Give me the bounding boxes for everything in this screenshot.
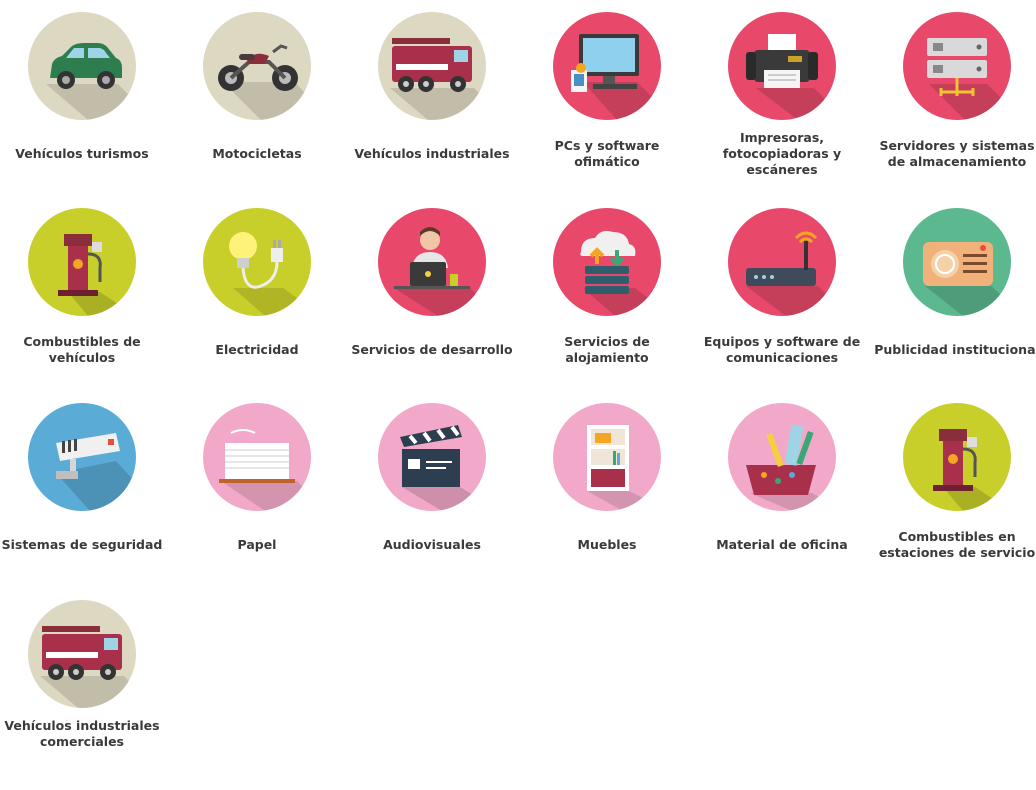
category-label: Electricidad bbox=[215, 342, 299, 357]
category-label: Publicidad institucional bbox=[874, 342, 1036, 357]
desktop-computer-icon bbox=[553, 12, 661, 120]
security-camera-icon bbox=[28, 403, 136, 511]
category-papel[interactable]: Papel bbox=[171, 403, 343, 593]
clapperboard-icon bbox=[378, 403, 486, 511]
motorcycle-icon bbox=[203, 12, 311, 120]
category-label: Servicios de alojamiento bbox=[564, 334, 650, 365]
developer-icon bbox=[378, 208, 486, 316]
bookshelf-icon bbox=[553, 403, 661, 511]
category-label: Vehículos industriales bbox=[354, 146, 510, 161]
radio-icon bbox=[903, 208, 1011, 316]
category-publicidad-institucional[interactable]: Publicidad institucional bbox=[871, 208, 1036, 398]
server-icon bbox=[903, 12, 1011, 120]
cloud-hosting-icon bbox=[553, 208, 661, 316]
fire-truck-icon bbox=[28, 600, 136, 708]
category-grid: Vehículos turismos Motocicletas Vehículo… bbox=[0, 0, 1036, 749]
category-label: Servidores y sistemas de almacenamiento bbox=[879, 138, 1035, 169]
category-sistemas-seguridad[interactable]: Sistemas de seguridad bbox=[0, 403, 168, 593]
category-label: Impresoras, fotocopiadoras y escáneres bbox=[722, 130, 842, 177]
office-supplies-icon bbox=[728, 403, 836, 511]
fire-truck-icon bbox=[378, 12, 486, 120]
category-servidores[interactable]: Servidores y sistemas de almacenamiento bbox=[871, 12, 1036, 202]
category-vehiculos-turismos[interactable]: Vehículos turismos bbox=[0, 12, 168, 202]
category-label: Sistemas de seguridad bbox=[1, 537, 163, 552]
car-icon bbox=[28, 12, 136, 120]
category-vehiculos-industriales-comerciales[interactable]: Vehículos industriales comerciales bbox=[0, 600, 168, 790]
category-vehiculos-industriales[interactable]: Vehículos industriales bbox=[346, 12, 518, 202]
category-label: Combustibles en estaciones de servicio bbox=[878, 529, 1036, 560]
fuel-pump-icon bbox=[28, 208, 136, 316]
category-electricidad[interactable]: Electricidad bbox=[171, 208, 343, 398]
category-label: Motocicletas bbox=[212, 146, 302, 161]
category-label: PCs y software ofimático bbox=[554, 138, 660, 169]
category-label: Vehículos industriales comerciales bbox=[4, 718, 160, 749]
category-label: Combustibles de vehículos bbox=[23, 334, 141, 365]
category-equipos-comunicaciones[interactable]: Equipos y software de comunicaciones bbox=[696, 208, 868, 398]
category-pcs-software-ofimatico[interactable]: PCs y software ofimático bbox=[521, 12, 693, 202]
category-label: Muebles bbox=[577, 537, 637, 552]
fuel-pump-icon bbox=[903, 403, 1011, 511]
category-label: Material de oficina bbox=[716, 537, 848, 552]
category-label: Servicios de desarrollo bbox=[351, 342, 513, 357]
category-combustibles-estaciones[interactable]: Combustibles en estaciones de servicio bbox=[871, 403, 1036, 593]
category-label: Audiovisuales bbox=[383, 537, 481, 552]
category-label: Vehículos turismos bbox=[15, 146, 149, 161]
category-combustibles-vehiculos[interactable]: Combustibles de vehículos bbox=[0, 208, 168, 398]
category-label: Equipos y software de comunicaciones bbox=[703, 334, 861, 365]
printer-icon bbox=[728, 12, 836, 120]
light-bulb-plug-icon bbox=[203, 208, 311, 316]
category-motocicletas[interactable]: Motocicletas bbox=[171, 12, 343, 202]
paper-icon bbox=[203, 403, 311, 511]
category-servicios-desarrollo[interactable]: Servicios de desarrollo bbox=[346, 208, 518, 398]
category-muebles[interactable]: Muebles bbox=[521, 403, 693, 593]
category-servicios-alojamiento[interactable]: Servicios de alojamiento bbox=[521, 208, 693, 398]
category-material-oficina[interactable]: Material de oficina bbox=[696, 403, 868, 593]
category-audiovisuales[interactable]: Audiovisuales bbox=[346, 403, 518, 593]
category-label: Papel bbox=[237, 537, 277, 552]
router-icon bbox=[728, 208, 836, 316]
category-impresoras[interactable]: Impresoras, fotocopiadoras y escáneres bbox=[696, 12, 868, 202]
